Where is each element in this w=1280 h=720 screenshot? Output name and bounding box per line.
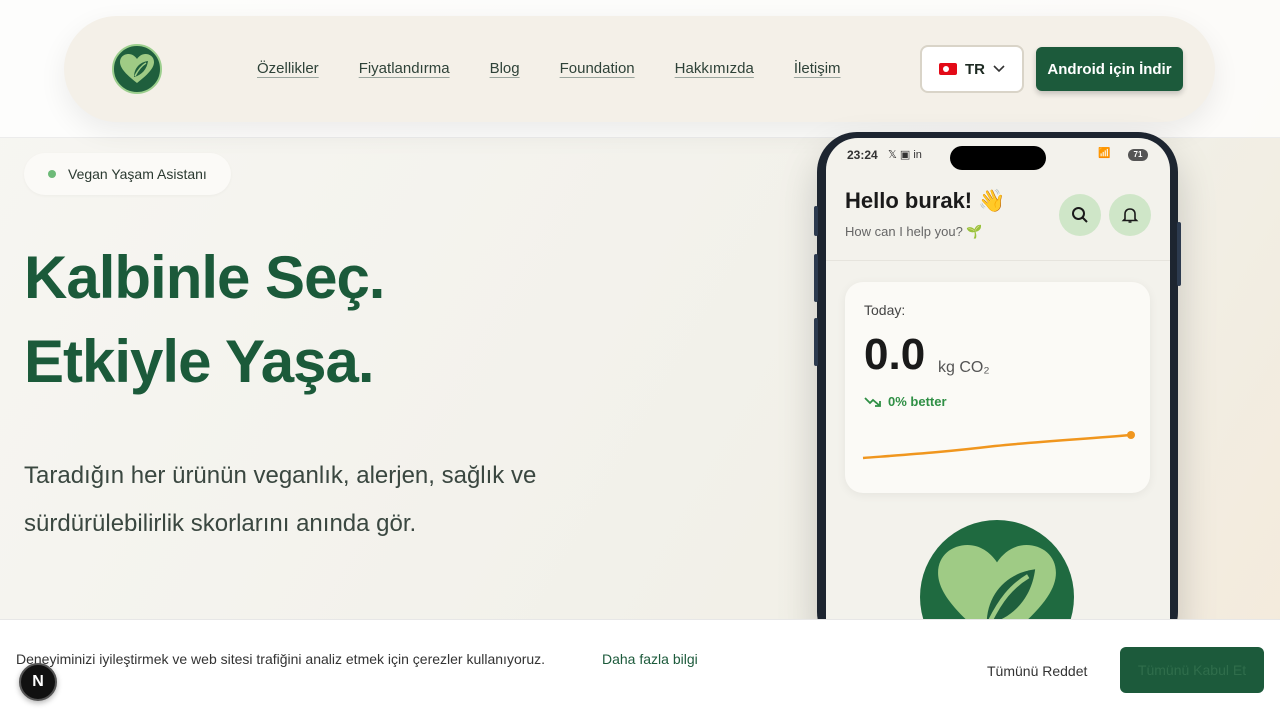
- status-time: 23:24: [847, 148, 878, 162]
- chevron-down-icon: [993, 65, 1005, 73]
- status-dot-icon: [48, 170, 56, 178]
- hero-title: Kalbinle Seç. Etkiyle Yaşa.: [24, 236, 385, 404]
- co2-unit: kg CO₂: [938, 359, 990, 376]
- android-download-button[interactable]: Android için İndir: [1036, 47, 1183, 91]
- trend-down-icon: [864, 396, 881, 407]
- phone-side-button: [814, 206, 818, 236]
- dev-tools-badge[interactable]: N: [19, 663, 57, 701]
- reject-all-button[interactable]: Tümünü Reddet: [987, 663, 1087, 679]
- search-button[interactable]: [1059, 194, 1101, 236]
- greeting-subtitle: How can I help you? 🌱: [845, 224, 983, 239]
- card-label: Today:: [864, 302, 906, 318]
- cookie-banner: Deneyiminizi iyileştirmek ve web sitesi …: [0, 619, 1280, 720]
- hero-badge: Vegan Yaşam Asistanı: [24, 153, 231, 195]
- nav-link-foundation[interactable]: Foundation: [560, 60, 635, 77]
- turkey-flag-icon: [939, 63, 957, 75]
- nav-link-blog[interactable]: Blog: [490, 60, 520, 77]
- trend-label: 0% better: [888, 394, 947, 409]
- search-icon: [1072, 207, 1088, 223]
- navbar: Özellikler Fiyatlandırma Blog Foundation…: [64, 16, 1215, 122]
- signal-icon: 📶: [1098, 148, 1111, 159]
- greeting-title: Hello burak! 👋: [845, 188, 1006, 213]
- language-selector[interactable]: TR: [920, 45, 1024, 93]
- trend-indicator: 0% better: [864, 394, 947, 409]
- header-divider: [826, 260, 1170, 261]
- co2-value: 0.0: [864, 330, 926, 379]
- nav-link-contact[interactable]: İletişim: [794, 60, 841, 77]
- sparkline-endpoint: [1127, 431, 1135, 439]
- cookie-message: Deneyiminizi iyileştirmek ve web sitesi …: [16, 651, 546, 667]
- heart-leaf-icon: [120, 54, 154, 83]
- hero-title-line-1: Kalbinle Seç.: [24, 244, 385, 311]
- phone-screen: 23:24 𝕏 ▣ in 📶 71 Hello burak! 👋 How can…: [826, 138, 1170, 638]
- bell-icon: [1121, 208, 1139, 223]
- nav-link-features[interactable]: Özellikler: [257, 60, 319, 77]
- dynamic-island: [950, 146, 1046, 170]
- status-app-icons: 𝕏 ▣ in: [888, 149, 922, 161]
- hero-badge-label: Vegan Yaşam Asistanı: [68, 166, 207, 182]
- carbon-card[interactable]: Today: 0.0 kg CO₂ 0% better: [845, 282, 1150, 493]
- nav-link-about[interactable]: Hakkımızda: [675, 60, 754, 77]
- accept-all-button[interactable]: Tümünü Kabul Et: [1120, 647, 1264, 693]
- hero-title-line-2: Etkiyle Yaşa.: [24, 328, 375, 395]
- nav-links: Özellikler Fiyatlandırma Blog Foundation…: [257, 60, 881, 77]
- trend-sparkline: [862, 431, 1135, 460]
- phone-side-button: [814, 254, 818, 302]
- battery-indicator: 71: [1128, 149, 1148, 161]
- notifications-button[interactable]: [1109, 194, 1151, 236]
- logo[interactable]: [112, 44, 162, 94]
- language-label: TR: [965, 60, 985, 78]
- nav-link-pricing[interactable]: Fiyatlandırma: [359, 60, 450, 77]
- hero-subtitle: Taradığın her ürünün veganlık, alerjen, …: [24, 462, 537, 537]
- phone-side-button: [1177, 222, 1181, 286]
- cookie-learn-more-link[interactable]: Daha fazla bilgi: [602, 651, 698, 667]
- phone-side-button: [814, 318, 818, 366]
